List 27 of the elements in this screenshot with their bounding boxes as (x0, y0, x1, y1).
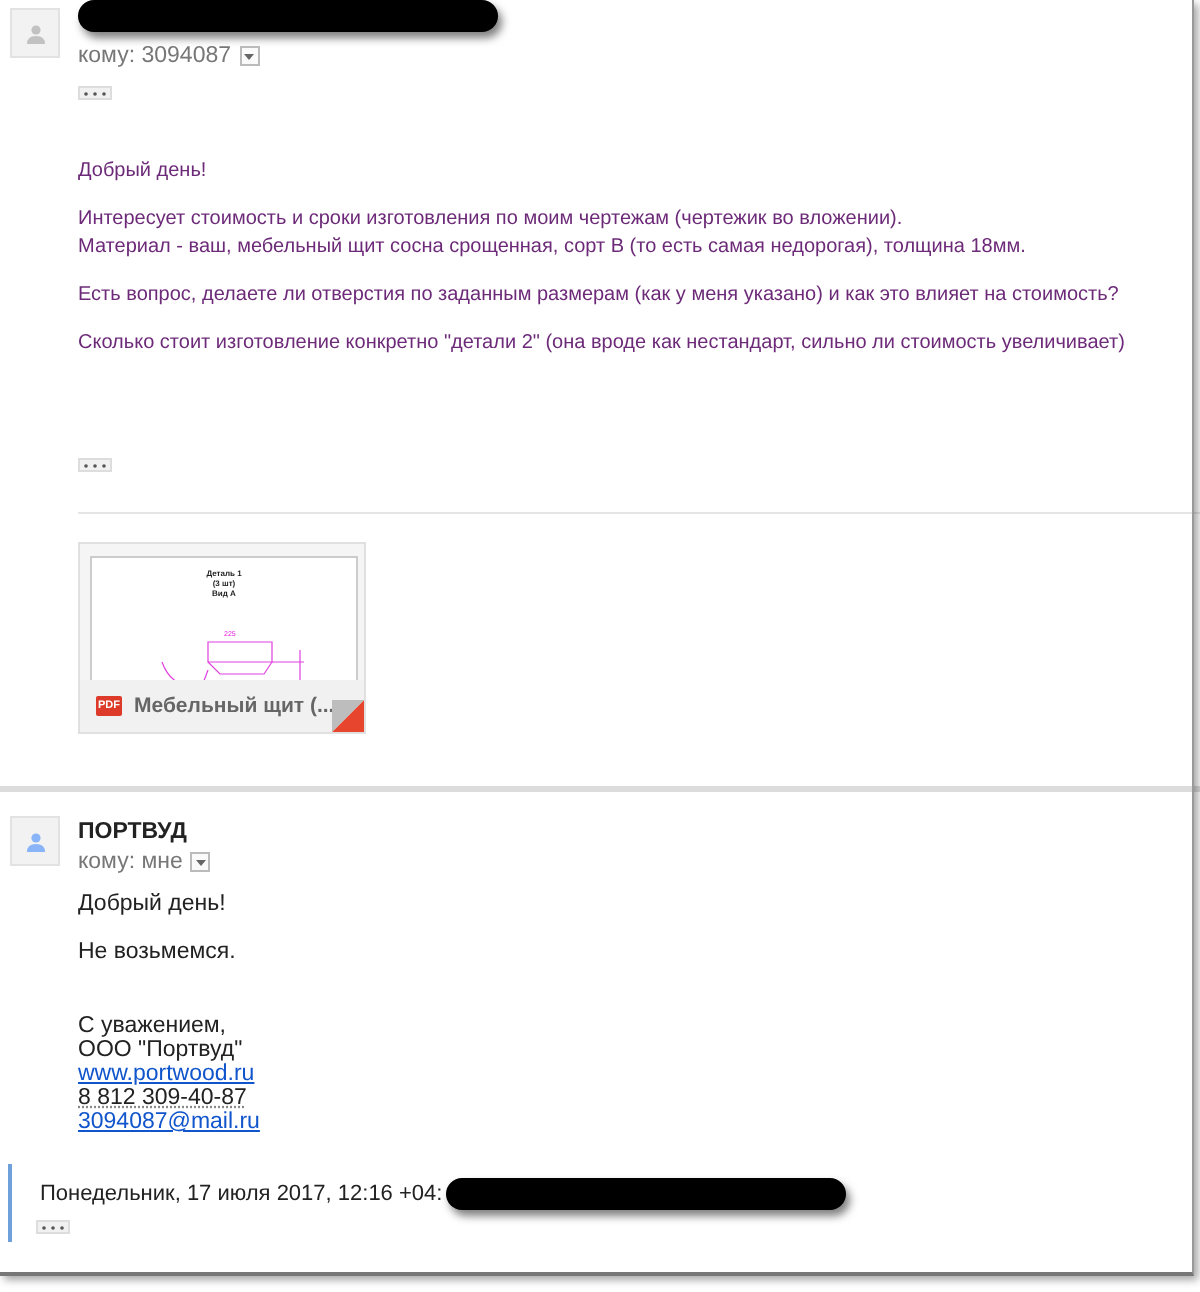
page-fold-icon (332, 700, 364, 732)
message-text: Интересует стоимость и сроки изготовления по моим чертежам (чертежик во вложении). (78, 206, 905, 234)
message-text: Не возьмемся. (78, 938, 238, 966)
message-text: Есть вопрос, делаете ли отверстия по заданным размерам (как у меня указано) и как это влияет на стоимость? (78, 282, 1121, 310)
recipient-label: кому: мне (78, 850, 183, 874)
sender-name: ПОРТВУД (78, 820, 189, 844)
link[interactable]: www.portwood.ru (78, 1062, 1200, 1086)
show-trimmed-button[interactable] (78, 86, 112, 100)
show-trimmed-button[interactable] (78, 458, 112, 472)
recipient-label: кому: 3094087 (78, 44, 232, 68)
dropdown-button[interactable] (190, 852, 211, 872)
caret-icon (244, 53, 255, 59)
person-icon (25, 23, 45, 43)
message-text: Добрый день! (78, 158, 209, 186)
message-text: Сколько стоит изготовление конкретно "детали 2" (она вроде как нестандарт, сильно ли стоимость увеличивает) (78, 330, 1127, 358)
dropdown-button[interactable] (239, 46, 260, 66)
signature-text: ООО "Портвуд" (78, 1038, 245, 1062)
link[interactable]: 3094087@mail.ru (78, 1110, 1200, 1134)
caret-icon (195, 859, 206, 865)
message-text: Добрый день! (78, 890, 228, 918)
phone-number[interactable]: 8 812 309-40-87 (78, 1086, 1200, 1110)
person-icon (25, 831, 45, 851)
show-trimmed-button[interactable] (36, 1220, 70, 1234)
signature-text: С уважением, (78, 1014, 228, 1038)
quote-header: Понедельник, 17 июля 2017, 12:16 +04: (40, 1182, 443, 1206)
attachment-name: Мебельный щит (... (134, 694, 335, 718)
message-text: Материал - ваш, мебельный щит сосна срощенная, сорт В (то есть самая недорогая), толщина 18мм. (78, 234, 1028, 262)
